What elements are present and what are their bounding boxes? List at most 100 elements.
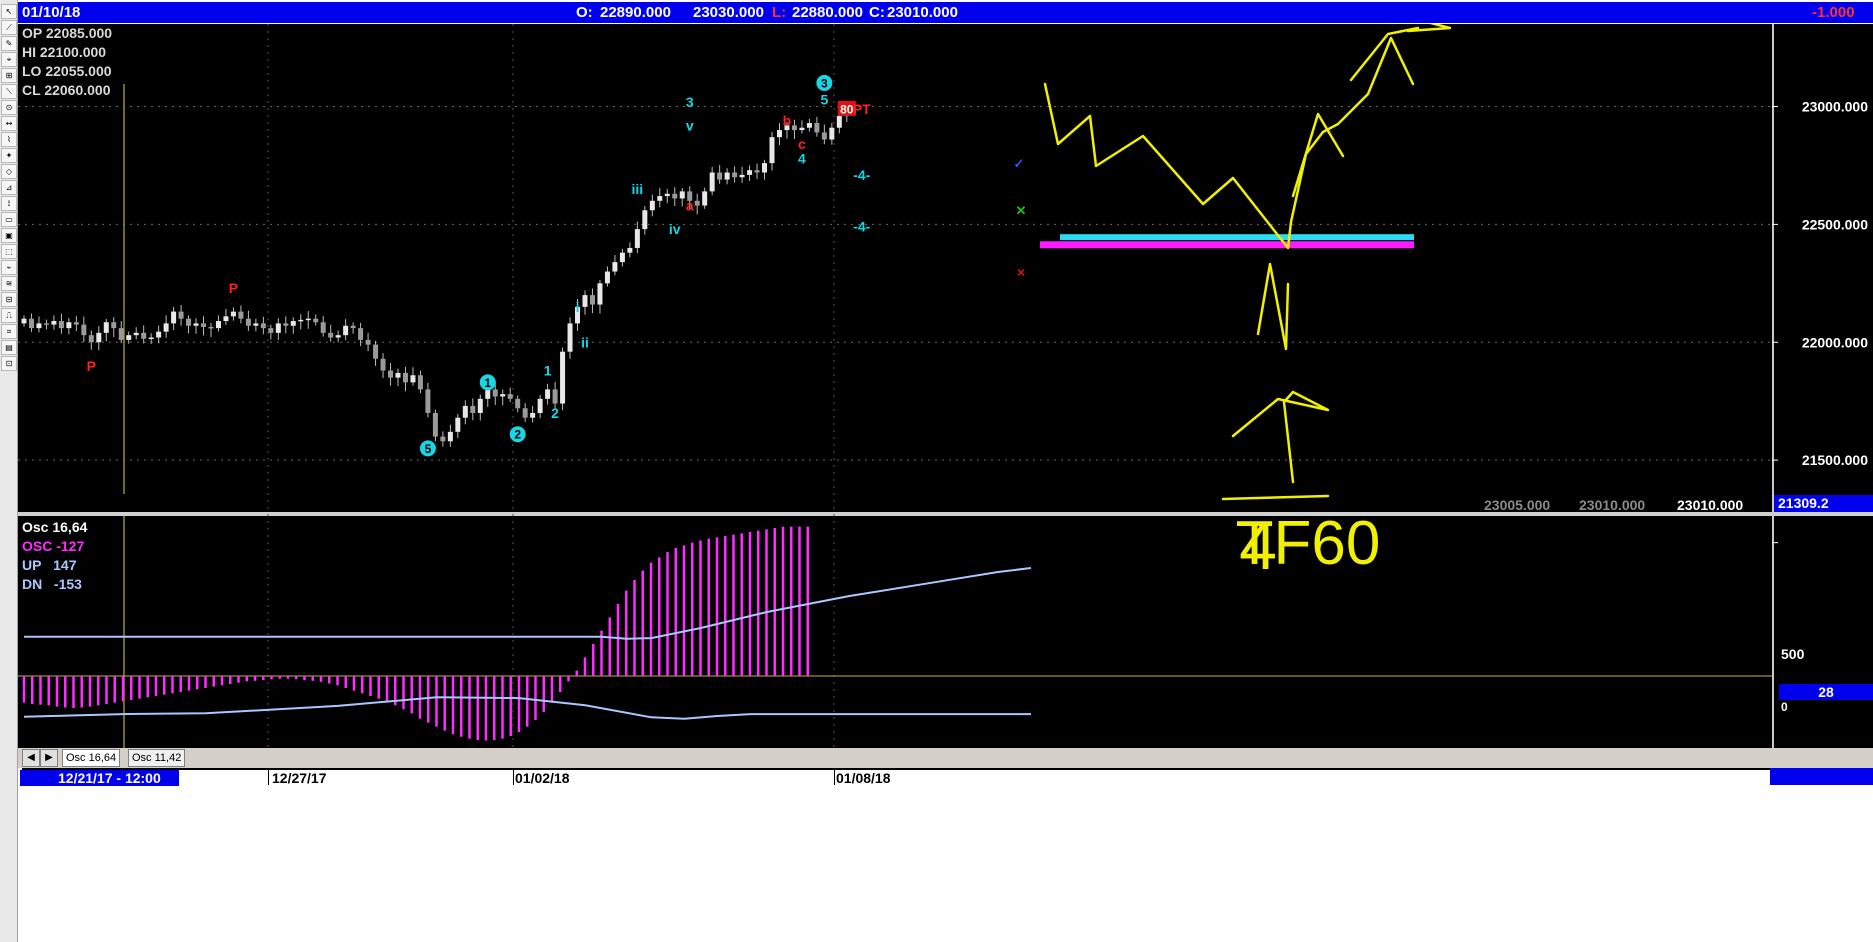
candle-body [672,193,678,199]
candle-body [836,115,842,128]
drawing-tool-15-icon[interactable]: ▣ [1,228,17,243]
candle-body [762,163,768,173]
candle-body [754,170,760,173]
wave-label: -4- [853,219,870,235]
drawing-tool-6-icon[interactable]: ⟍ [1,84,17,99]
candle-body [28,318,34,329]
high-value: 23030.000 [693,4,764,21]
mark-x-green: ✕ [1016,203,1027,218]
candle-body [417,375,423,390]
drawing-tool-10-icon[interactable]: ✦ [1,148,17,163]
candle-body [335,335,341,338]
drawing-tool-5-icon[interactable]: ⊞ [1,68,17,83]
hi-label: HI [22,44,36,60]
candle-body [560,351,566,404]
candle-body [88,335,94,343]
wave-count-label: 1 [484,376,491,390]
candle-body [215,321,221,329]
up-label: UP [22,557,42,573]
candle-body [171,311,177,324]
candle-body [43,323,49,325]
candle-body [829,127,835,140]
drawing-tool-7-icon[interactable]: ⊙ [1,100,17,115]
osc-up-line [24,567,1032,640]
candle-body [103,322,109,333]
candle-body [253,323,259,326]
candle-body [328,332,334,338]
candle-body [118,328,124,340]
candle-body [694,200,700,206]
candle-body [126,335,132,340]
drawing-tool-18-icon[interactable]: ≋ [1,276,17,291]
candle-body [440,436,446,442]
tab-osc-11-42[interactable]: Osc 11,42 [128,749,186,767]
drawing-tool-1-icon[interactable]: ↖ [1,4,17,19]
price-axis-label: 22000.000 [1802,334,1868,350]
close-value: 23010.000 [887,4,958,21]
candle-body [515,398,521,409]
candle-body [530,412,536,418]
osc-marker: 28 [1779,684,1873,700]
candle-body [111,322,117,329]
drawing-tool-4-icon[interactable]: ⌖ [1,52,17,67]
time-axis[interactable]: 12/21/17 - 12:00 12/27/17 01/02/18 01/08… [18,768,1873,942]
candle-body [21,318,27,324]
candle-body [298,319,304,322]
drawing-tool-20-icon[interactable]: ⎍ [1,308,17,323]
candle-body [477,398,483,413]
drawing-tool-11-icon[interactable]: ◇ [1,164,17,179]
drawing-tool-19-icon[interactable]: ⊟ [1,292,17,307]
support-zone-magenta [1040,241,1414,249]
candle-body [507,394,513,399]
drawing-tool-8-icon[interactable]: ↔ [1,116,17,131]
price-axis-label: 21500.000 [1802,452,1868,468]
drawing-tool-21-icon[interactable]: ⌗ [1,324,17,339]
hand-drawn-wave-4-top [1256,262,1290,351]
time-label-2: 01/02/18 [515,770,570,786]
candle-body [522,408,528,418]
drawing-tool-16-icon[interactable]: ⬚ [1,244,17,259]
candle-body [679,191,685,199]
price-axis-label: 23000.000 [1802,99,1868,115]
tab-scroll-left-button[interactable]: ◀ [22,749,40,767]
drawing-tool-22-icon[interactable]: ▤ [1,340,17,355]
drawing-toolbar: ↖ ⟋ ✎ ⌖ ⊞ ⟍ ⊙ ↔ ⌇ ✦ ◇ ⊿ ⟟ ▭ ▣ ⬚ ⌁ ≋ ⊟ ⎍ ⌗ ▤ ⊡ [0,0,18,942]
candle-body [425,389,431,413]
wave-label: b [783,113,792,129]
candle-body [664,193,670,197]
candle-body [148,337,154,340]
hand-drawn-line [1221,494,1330,501]
mark-x-red: ✕ [1016,267,1025,279]
drawing-tool-9-icon[interactable]: ⌇ [1,132,17,147]
change-value: -1.000 [1812,4,1855,21]
candle-body [447,431,453,442]
candle-body [552,389,558,404]
drawing-tool-14-icon[interactable]: ▭ [1,212,17,227]
candle-body [462,405,468,418]
osc-label: OSC [22,538,53,554]
drawing-tool-12-icon[interactable]: ⊿ [1,180,17,195]
candle-body [58,321,64,329]
drawing-tool-17-icon[interactable]: ⌁ [1,260,17,275]
candle-body [320,322,326,333]
osc-tick-500: 500 [1781,646,1805,662]
tab-scroll-right-button[interactable]: ▶ [40,749,58,767]
bar-date: 01/10/18 [22,4,81,21]
candle-body [597,283,603,305]
wave-label: v [686,117,694,133]
drawing-tool-13-icon[interactable]: ⟟ [1,196,17,211]
drawing-tool-3-icon[interactable]: ✎ [1,36,17,51]
candle-body [313,318,319,323]
tab-osc-16-64[interactable]: Osc 16,64 [62,749,121,767]
osc-value: -127 [56,538,85,554]
time-label-1: 12/27/17 [272,770,327,786]
candle-body [739,174,745,178]
candle-body [178,311,184,319]
lo-value: 22055.000 [45,63,112,79]
drawing-tool-23-icon[interactable]: ⊡ [1,356,17,371]
candle-body [814,123,820,133]
footer-value-1: 23005.000 [1484,497,1551,513]
drawing-tool-2-icon[interactable]: ⟋ [1,20,17,35]
candle-body [133,332,139,336]
candle-body [283,323,289,326]
